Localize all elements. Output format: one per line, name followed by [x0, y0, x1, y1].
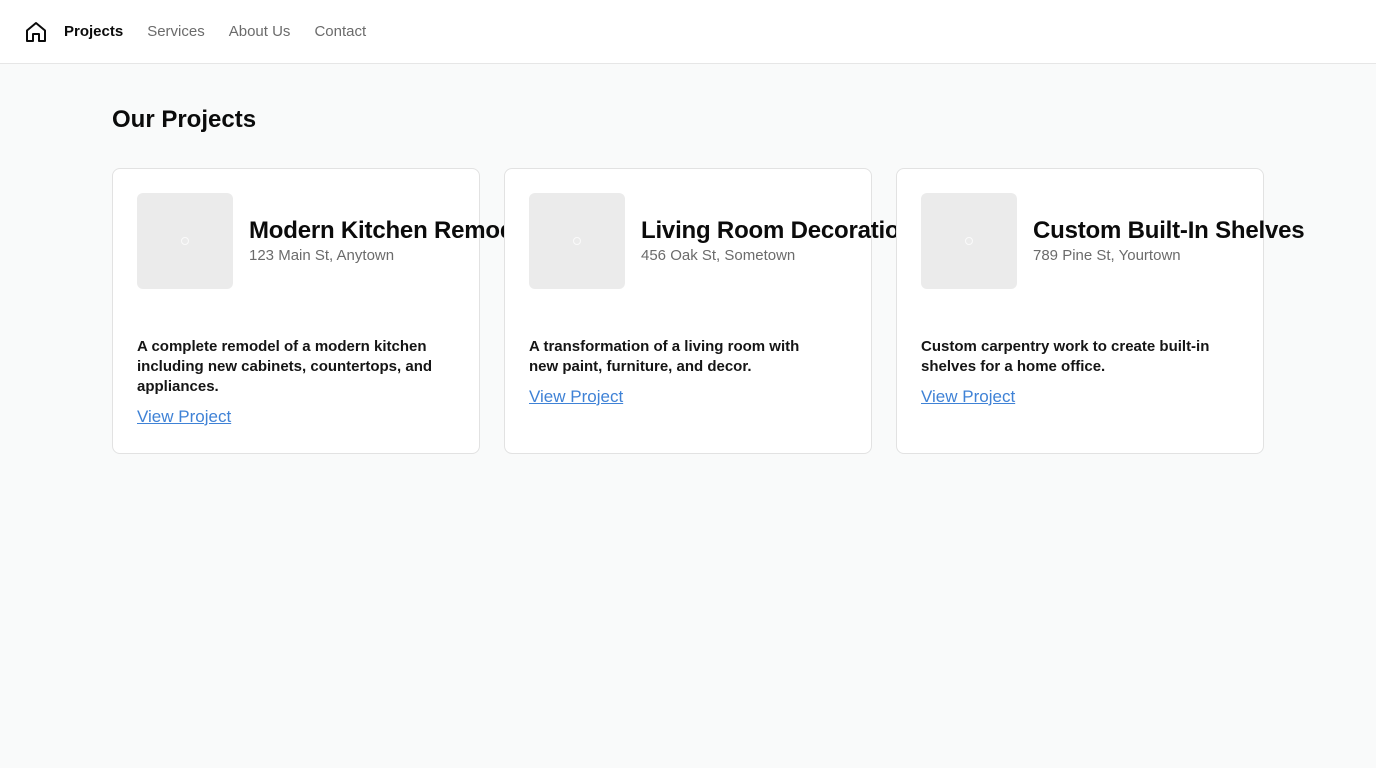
- project-title: Living Room Decoration: [641, 217, 914, 244]
- card-titles: Custom Built-In Shelves 789 Pine St, You…: [1033, 193, 1305, 264]
- nav-item-about-us[interactable]: About Us: [229, 23, 291, 40]
- nav-item-contact[interactable]: Contact: [314, 23, 366, 40]
- page-title: Our Projects: [112, 106, 257, 133]
- view-project-link[interactable]: View Project: [137, 407, 231, 427]
- project-card: Modern Kitchen Remodel 123 Main St, Anyt…: [112, 168, 534, 454]
- project-card: Living Room Decoration 456 Oak St, Somet…: [504, 168, 914, 454]
- card-titles: Modern Kitchen Remodel 123 Main St, Anyt…: [249, 193, 534, 264]
- image-placeholder-icon: [573, 237, 581, 245]
- project-cards: Modern Kitchen Remodel 123 Main St, Anyt…: [112, 168, 1305, 454]
- project-description: Custom carpentry work to create built-in…: [921, 338, 1210, 375]
- nav-item-services[interactable]: Services: [147, 23, 205, 40]
- project-address: 789 Pine St, Yourtown: [1033, 247, 1181, 264]
- view-project-link[interactable]: View Project: [529, 387, 623, 407]
- project-description: A complete remodel of a modern kitchen i…: [137, 338, 433, 395]
- image-placeholder-icon: [181, 237, 189, 245]
- nav-item-projects[interactable]: Projects: [64, 23, 123, 40]
- card-header: Modern Kitchen Remodel 123 Main St, Anyt…: [137, 193, 534, 289]
- image-placeholder-icon: [965, 237, 973, 245]
- card-header: Living Room Decoration 456 Oak St, Somet…: [529, 193, 914, 289]
- home-icon[interactable]: [24, 20, 48, 44]
- project-card: Custom Built-In Shelves 789 Pine St, You…: [896, 168, 1305, 454]
- project-address: 456 Oak St, Sometown: [641, 247, 796, 264]
- project-image-placeholder: [529, 193, 625, 289]
- main-content: Our Projects Modern Kitchen Remodel 123 …: [0, 64, 1376, 454]
- top-navigation: Projects Services About Us Contact: [0, 0, 1376, 64]
- view-project-link[interactable]: View Project: [921, 387, 1015, 407]
- project-address: 123 Main St, Anytown: [249, 247, 395, 264]
- card-titles: Living Room Decoration 456 Oak St, Somet…: [641, 193, 914, 264]
- card-header: Custom Built-In Shelves 789 Pine St, You…: [921, 193, 1305, 289]
- project-title: Modern Kitchen Remodel: [249, 217, 534, 244]
- project-description: A transformation of a living room with n…: [529, 338, 800, 375]
- project-image-placeholder: [137, 193, 233, 289]
- project-image-placeholder: [921, 193, 1017, 289]
- project-title: Custom Built-In Shelves: [1033, 217, 1305, 244]
